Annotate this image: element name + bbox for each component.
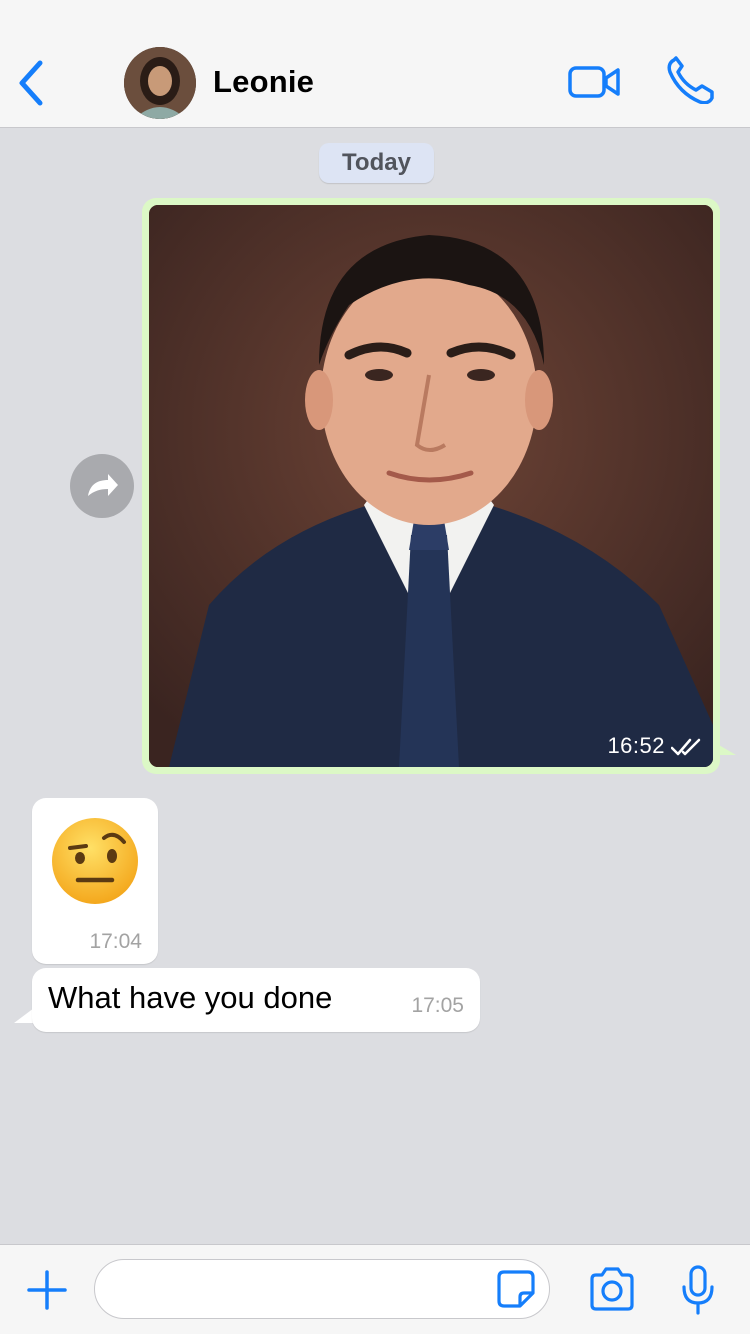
- face-with-raised-eyebrow-emoji: [52, 818, 138, 904]
- message-text: What have you done: [48, 980, 333, 1015]
- contact-avatar[interactable]: [124, 47, 196, 119]
- microphone-button[interactable]: [680, 1265, 716, 1315]
- forward-arrow-icon: [88, 474, 118, 496]
- date-separator: Today: [319, 143, 434, 183]
- contact-name[interactable]: Leonie: [213, 64, 314, 100]
- message-list[interactable]: Today 16:52 17:04 What have you done 17:…: [0, 129, 750, 1244]
- message-time: 17:04: [89, 930, 142, 953]
- incoming-emoji-message[interactable]: 17:04: [32, 798, 158, 964]
- attach-button[interactable]: [26, 1269, 68, 1311]
- camera-button[interactable]: [588, 1267, 636, 1311]
- incoming-text-message[interactable]: What have you done 17:05: [32, 968, 480, 1032]
- forward-button[interactable]: [70, 454, 134, 518]
- composer-bar: [0, 1244, 750, 1334]
- message-time: 16:52: [607, 733, 665, 758]
- back-button[interactable]: [12, 58, 52, 108]
- message-photo[interactable]: 16:52: [149, 205, 713, 767]
- microphone-icon: [682, 1265, 714, 1315]
- voice-call-button[interactable]: [666, 56, 716, 105]
- plus-icon: [27, 1270, 67, 1310]
- double-check-icon: [671, 738, 701, 756]
- message-time: 17:05: [411, 994, 464, 1017]
- chat-header: Leonie: [0, 0, 750, 128]
- video-camera-icon: [568, 66, 620, 98]
- sticker-button[interactable]: [496, 1269, 536, 1309]
- phone-icon: [667, 56, 714, 105]
- chevron-left-icon: [19, 60, 43, 106]
- outgoing-image-message[interactable]: 16:52: [142, 198, 720, 774]
- camera-icon: [590, 1267, 634, 1311]
- video-call-button[interactable]: [568, 62, 622, 102]
- sticker-icon: [497, 1270, 535, 1308]
- message-input[interactable]: [94, 1259, 550, 1319]
